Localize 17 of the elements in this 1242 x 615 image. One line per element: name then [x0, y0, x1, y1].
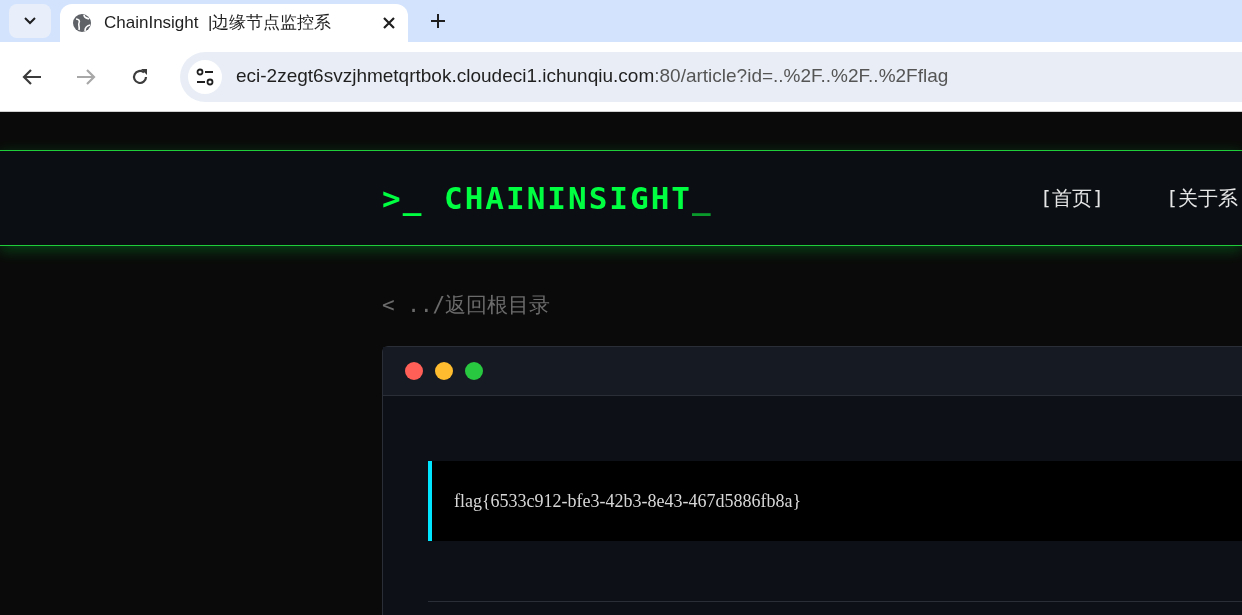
globe-icon: [72, 13, 92, 33]
flag-text: flag{6533c912-bfe3-42b3-8e43-467d5886fb8a}: [454, 489, 802, 513]
nav-link[interactable]: [首页]: [1040, 183, 1105, 213]
back-arrow-icon[interactable]: [22, 67, 42, 86]
tab-list-button[interactable]: [9, 4, 51, 38]
back-link[interactable]: < ../返回根目录: [382, 290, 1242, 326]
address-bar[interactable]: eci-2zegt6svzjhmetqrtbok.cloudeci1.ichunqiu.com:80/article?id=..%2F..%2F..%2Fflag: [180, 51, 1242, 102]
url-text: eci-2zegt6svzjhmetqrtbok.cloudeci1.ichunqiu.com:80/article?id=..%2F..%2F..%2Fflag: [236, 64, 949, 89]
close-icon[interactable]: [382, 16, 396, 30]
browser-tab[interactable]: ChainInsight |边缘节点监控系: [60, 4, 408, 42]
tab-title: ChainInsight |边缘节点监控系: [104, 12, 333, 35]
new-tab-icon[interactable]: [430, 13, 446, 29]
reload-icon[interactable]: [130, 66, 150, 87]
chevron-down-icon: [24, 17, 36, 25]
site-settings-icon[interactable]: [195, 67, 215, 86]
nav-link[interactable]: [关于系: [1166, 183, 1239, 213]
site-logo: >_ CHAININSIGHT_: [382, 178, 714, 218]
